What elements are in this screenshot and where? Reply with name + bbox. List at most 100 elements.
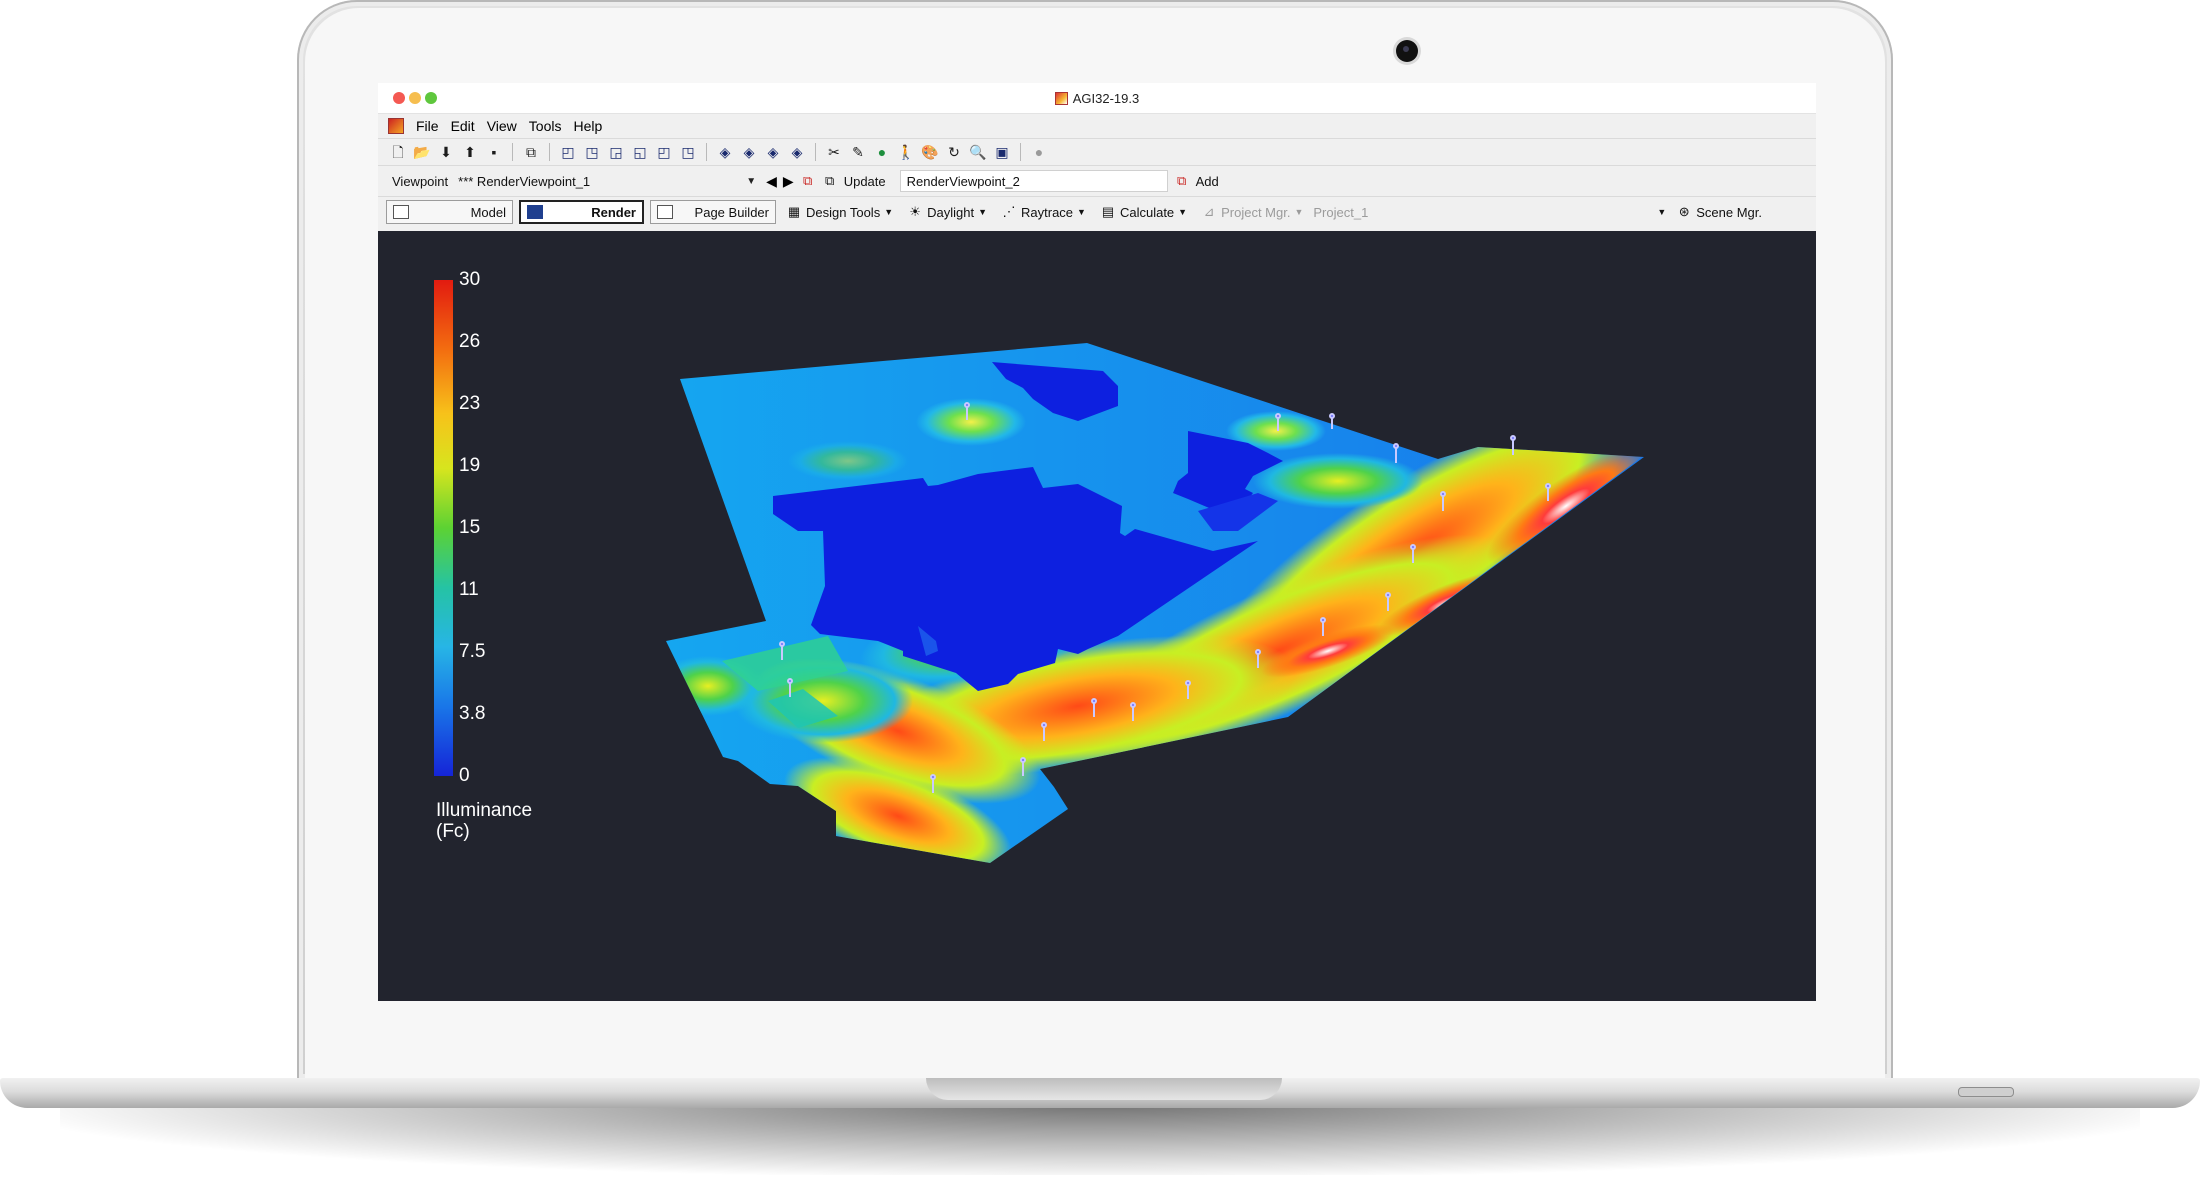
camera-icon: ⧉	[803, 173, 813, 188]
next-viewpoint-button[interactable]: ▶	[783, 173, 794, 190]
raytrace-dropdown[interactable]: ⋰ Raytrace ▼	[997, 200, 1090, 224]
design-tools-dropdown[interactable]: ▦ Design Tools ▼	[782, 200, 897, 224]
menu-help[interactable]: Help	[573, 118, 602, 134]
project-list-chevron-down-icon[interactable]: ▼	[1657, 207, 1666, 217]
previous-viewpoint-button[interactable]: ◀	[766, 173, 777, 190]
legend-tick-label: 7.5	[459, 641, 486, 662]
cube-view-6-icon[interactable]: ◳	[678, 142, 698, 162]
app-menu-icon[interactable]	[388, 118, 404, 134]
cube-view-2-icon[interactable]: ◳	[582, 142, 602, 162]
design-tools-icon: ▦	[787, 204, 801, 219]
update-viewpoint-icon: ⧉	[825, 173, 835, 188]
legend-title-unit: (Fc)	[436, 821, 470, 843]
calculate-icon: ▤	[1101, 204, 1115, 219]
raytrace-label: Raytrace	[1021, 204, 1074, 220]
chevron-down-icon: ▼	[1294, 207, 1304, 217]
refresh-icon[interactable]: ↻	[944, 142, 964, 162]
tab-page-builder[interactable]: Page Builder	[650, 200, 776, 224]
tab-page-builder-label: Page Builder	[694, 204, 769, 220]
project-name: Project_1	[1313, 204, 1369, 220]
paint-icon[interactable]: 🎨	[920, 142, 940, 162]
save-icon[interactable]: ▪	[484, 142, 504, 162]
toolbar-separator	[512, 143, 513, 161]
raytrace-icon: ⋰	[1002, 204, 1016, 219]
laptop-base	[0, 1078, 2200, 1108]
legend-tick-label: 23	[459, 393, 481, 414]
daylight-label: Daylight	[927, 204, 975, 220]
mode-bar: Model Render Page Builder ▦ Design Tools…	[378, 196, 1816, 227]
display-icon[interactable]: ▣	[992, 142, 1012, 162]
webcam-icon	[1396, 40, 1418, 62]
legend-tick-label: 3.8	[459, 703, 486, 724]
calculate-dropdown[interactable]: ▤ Calculate ▼	[1096, 200, 1191, 224]
chevron-down-icon: ▼	[746, 175, 757, 187]
scissors-icon[interactable]: ✂	[824, 142, 844, 162]
stop-icon[interactable]: ●	[1029, 142, 1049, 162]
add-viewpoint-button[interactable]: Add	[1196, 174, 1219, 189]
render-icon	[527, 205, 543, 219]
legend-title-quantity: Illuminance	[436, 800, 533, 821]
calculate-label: Calculate	[1119, 204, 1175, 220]
render-viewport[interactable]: 30 26 23 19 15 11 7.5 3.8 0 Illuminance (Fc)	[378, 231, 1816, 1001]
globe-icon[interactable]: ●	[872, 142, 892, 162]
cube-view-4-icon[interactable]: ◱	[630, 142, 650, 162]
legend-color-scale	[434, 280, 453, 776]
new-file-icon[interactable]: 🗋	[388, 142, 408, 162]
menu-tools[interactable]: Tools	[529, 118, 562, 134]
tab-model[interactable]: Model	[386, 200, 513, 224]
zoom-icon[interactable]: 🔍	[968, 142, 988, 162]
menu-file[interactable]: File	[416, 118, 439, 134]
chevron-down-icon: ▼	[978, 207, 988, 217]
scene-manager-button[interactable]: ⊛ Scene Mgr.	[1672, 200, 1766, 224]
menu-bar: File Edit View Tools Help	[378, 114, 1816, 138]
legend-tick-label: 11	[459, 579, 479, 600]
main-toolbar: 🗋 📂 ⬇ ⬆ ▪ ⧉ ◰ ◳ ◲ ◱ ◰ ◳ ◈ ◈ ◈ ◈ ✂ ✎ ● 🚶 …	[378, 138, 1816, 165]
walk-icon[interactable]: 🚶	[896, 142, 916, 162]
window-title-wrap: AGI32-19.3	[378, 83, 1816, 113]
legend-tick-label: 0	[459, 765, 470, 786]
design-tools-label: Design Tools	[806, 204, 881, 220]
page-builder-icon	[657, 205, 673, 219]
viewpoint-name-value: RenderViewpoint_2	[906, 173, 1020, 189]
viewpoint-current: *** RenderViewpoint_1	[458, 173, 591, 189]
daylight-dropdown[interactable]: ☀ Daylight ▼	[903, 200, 991, 224]
project-manager-dropdown[interactable]: ⊿ Project Mgr. ▼ Project_1	[1197, 200, 1372, 224]
chevron-down-icon: ▼	[1178, 207, 1188, 217]
toolbar-separator	[706, 143, 707, 161]
legend-tick-label: 30	[459, 269, 481, 290]
viewpoint-bar: Viewpoint *** RenderViewpoint_1 ▼ ◀ ▶ ⧉ …	[378, 165, 1816, 196]
legend-tick-label: 19	[459, 455, 481, 476]
export-icon[interactable]: ⬆	[460, 142, 480, 162]
app-window: AGI32-19.3 File Edit View Tools Help 🗋 📂…	[378, 83, 1816, 1001]
update-button[interactable]: Update	[844, 174, 886, 189]
scene-manager-icon: ⊛	[1678, 204, 1690, 219]
toolbar-separator	[549, 143, 550, 161]
legend-tick-label: 15	[459, 517, 481, 538]
copy-icon[interactable]: ⧉	[521, 142, 541, 162]
daylight-icon: ☀	[909, 204, 921, 219]
orbit-4-icon[interactable]: ◈	[787, 142, 807, 162]
menu-edit[interactable]: Edit	[451, 118, 475, 134]
import-icon[interactable]: ⬇	[436, 142, 456, 162]
toolbar-separator	[815, 143, 816, 161]
cube-view-5-icon[interactable]: ◰	[654, 142, 674, 162]
window-title: AGI32-19.3	[1072, 90, 1140, 106]
tab-render[interactable]: Render	[519, 200, 644, 224]
legend-title: Illuminance (Fc)	[436, 800, 532, 843]
orbit-3-icon[interactable]: ◈	[763, 142, 783, 162]
scene-manager-label: Scene Mgr.	[1696, 204, 1762, 220]
project-manager-icon: ⊿	[1203, 204, 1215, 219]
title-bar: AGI32-19.3	[378, 83, 1816, 114]
cube-view-1-icon[interactable]: ◰	[558, 142, 578, 162]
viewpoint-select[interactable]: *** RenderViewpoint_1 ▼	[454, 171, 761, 191]
orbit-2-icon[interactable]: ◈	[739, 142, 759, 162]
open-folder-icon[interactable]: 📂	[412, 142, 432, 162]
viewpoint-name-field[interactable]: RenderViewpoint_2	[899, 170, 1168, 192]
laptop-shadow	[60, 1105, 2140, 1175]
laptop-status-light	[1958, 1087, 2014, 1097]
viewpoint-label: Viewpoint	[392, 173, 449, 189]
orbit-1-icon[interactable]: ◈	[715, 142, 735, 162]
menu-view[interactable]: View	[487, 118, 517, 134]
cube-view-3-icon[interactable]: ◲	[606, 142, 626, 162]
paste-icon[interactable]: ✎	[848, 142, 868, 162]
